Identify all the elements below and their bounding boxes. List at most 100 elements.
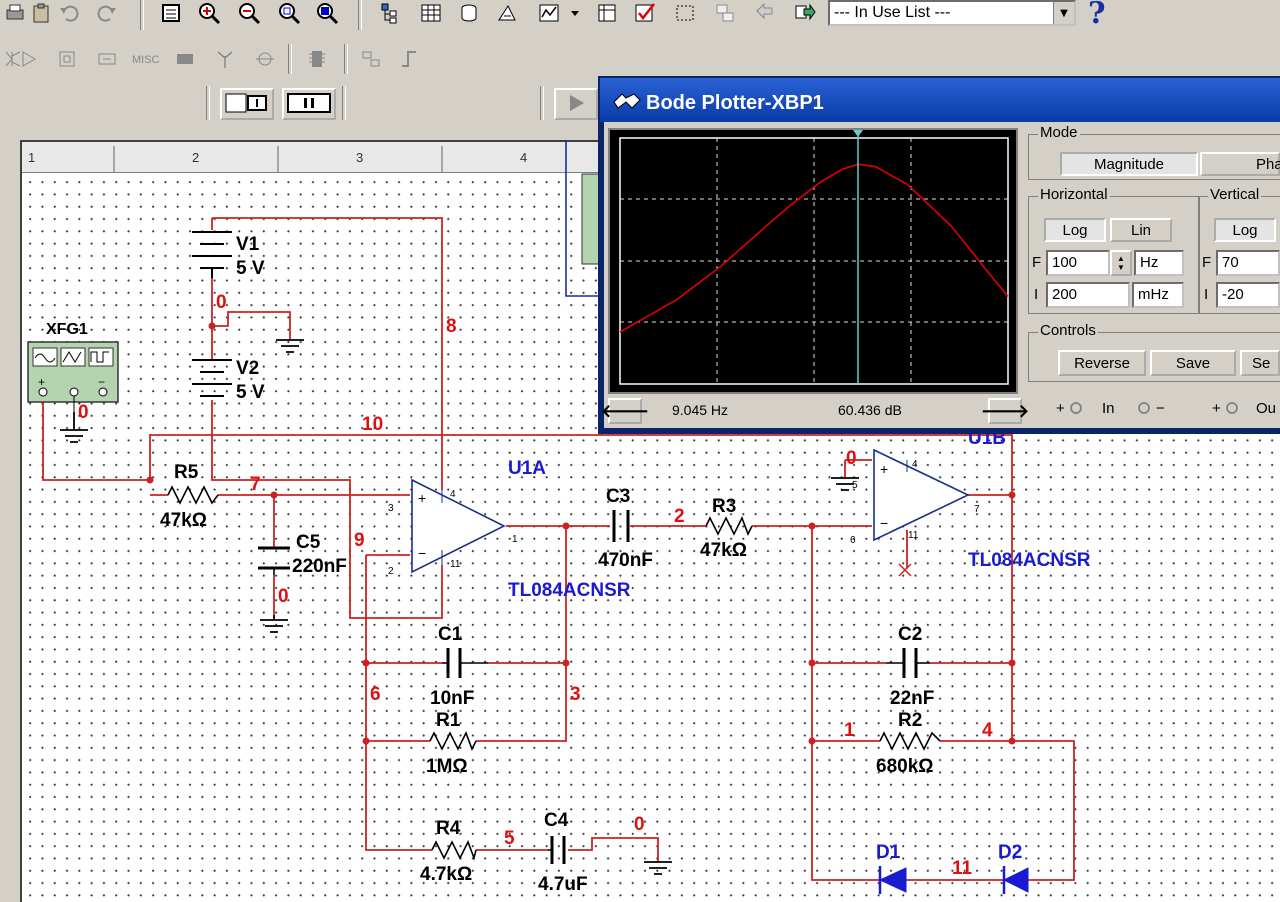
svg-text:11: 11: [450, 559, 461, 570]
cursor-handle[interactable]: [852, 130, 863, 137]
v2-value: 5 V: [236, 382, 265, 403]
net-label: 11: [952, 858, 973, 879]
r2-value: 680kΩ: [876, 756, 934, 777]
net-label: 0: [634, 814, 645, 835]
set-button[interactable]: Se: [1240, 350, 1280, 376]
in-minus-terminal[interactable]: [1138, 402, 1150, 414]
svg-text:+: +: [38, 375, 45, 389]
c5-ref: C5: [296, 532, 321, 553]
c2-ref: C2: [898, 624, 922, 645]
svg-text:2: 2: [388, 566, 394, 577]
r1-ref: R1: [436, 710, 461, 731]
net-label: 7: [250, 474, 261, 495]
horizontal-initial-input[interactable]: 200: [1046, 282, 1130, 308]
c1-value: 10nF: [430, 688, 474, 709]
svg-text:1: 1: [512, 534, 518, 545]
r1-value: 1MΩ: [426, 756, 468, 777]
v1-ref: V1: [236, 234, 260, 255]
in-plus-label: +: [1056, 400, 1065, 417]
phase-button[interactable]: Phas: [1200, 152, 1280, 176]
opamp-u1b[interactable]: + −: [873, 448, 970, 577]
c4-ref: C4: [544, 810, 569, 831]
horizontal-initial-unit[interactable]: mHz: [1132, 282, 1184, 308]
magnitude-button[interactable]: Magnitude: [1060, 152, 1198, 176]
svg-text:+: +: [418, 490, 426, 506]
svg-text:+: +: [880, 461, 888, 477]
horizontal-lin-button[interactable]: Lin: [1110, 218, 1172, 242]
bode-plot: [619, 130, 1009, 385]
c3-value: 470nF: [598, 550, 653, 571]
bode-plotter-window[interactable]: Bode Plotter-XBP1 🡐 9.045 Hz 60.436 dB 🡒: [598, 76, 1280, 434]
in-plus-terminal[interactable]: [1070, 402, 1082, 414]
r3-value: 47kΩ: [700, 540, 747, 561]
cursor-gain: 60.436 dB: [838, 402, 902, 418]
vertical-log-button[interactable]: Log: [1214, 218, 1276, 242]
c5-value: 220nF: [292, 556, 347, 577]
net-label: 0: [216, 292, 227, 313]
net-label: 10: [362, 414, 383, 435]
resistors: [167, 485, 941, 861]
vertical-final-input[interactable]: 70: [1216, 250, 1280, 276]
horizontal-final-input[interactable]: 100: [1046, 250, 1110, 276]
c1-ref: C1: [438, 624, 463, 645]
vertical-initial-input[interactable]: -20: [1216, 282, 1280, 308]
save-button[interactable]: Save: [1150, 350, 1236, 376]
bode-title: Bode Plotter-XBP1: [646, 92, 824, 114]
cursor-right-button[interactable]: 🡒: [981, 398, 1029, 424]
svg-text:5: 5: [852, 480, 858, 491]
cursor-frequency: 9.045 Hz: [672, 402, 729, 418]
net-label: 6: [370, 684, 381, 705]
bode-plotter-icon: [613, 93, 641, 109]
horizontal-final-spinner[interactable]: ▲ ▼: [1110, 250, 1132, 276]
controls-label: Controls: [1038, 322, 1098, 339]
c4-value: 4.7uF: [538, 874, 588, 895]
net-label: 8: [446, 316, 457, 337]
net-label: 9: [354, 530, 365, 551]
net-label: 0: [846, 448, 857, 469]
u1a-ref: U1A: [508, 458, 546, 479]
reverse-button[interactable]: Reverse: [1058, 350, 1146, 376]
r5-value: 47kΩ: [160, 510, 207, 531]
svg-text:7: 7: [974, 504, 980, 515]
horizontal-final-unit[interactable]: Hz: [1134, 250, 1184, 276]
vertical-final-label: F: [1202, 254, 1212, 271]
bode-display[interactable]: [608, 128, 1018, 394]
part-labels: U1A TL084ACNSR U1B TL084ACNSR D1 D2: [508, 428, 1091, 863]
net-label: 3: [570, 684, 581, 705]
out-label: Ou: [1256, 400, 1277, 417]
d1-ref: D1: [876, 842, 901, 863]
r5-ref: R5: [174, 462, 199, 483]
cursor-left-button[interactable]: 🡐: [601, 398, 649, 424]
net-label: 2: [674, 506, 685, 527]
function-generator-xfg1[interactable]: + −: [27, 341, 119, 412]
c3-ref: C3: [606, 486, 630, 507]
net-label: 4: [982, 720, 993, 741]
horizontal-initial-label: I: [1034, 286, 1039, 303]
v2-ref: V2: [236, 358, 259, 379]
in-minus-label: −: [1156, 400, 1165, 417]
xfg1-ref: XFG1: [46, 321, 88, 338]
d2-ref: D2: [998, 842, 1022, 863]
u1b-value: TL084ACNSR: [968, 550, 1091, 571]
hidden-instrument: [565, 140, 603, 297]
vertical-initial-label: I: [1204, 286, 1209, 303]
capacitors: [258, 510, 930, 864]
svg-text:4: 4: [912, 459, 918, 470]
out-plus-label: +: [1212, 400, 1221, 417]
c2-value: 22nF: [890, 688, 934, 709]
bode-body: 🡐 9.045 Hz 60.436 dB 🡒 Mode Magnitude Ph…: [601, 122, 1280, 428]
v1-value: 5 V: [236, 258, 265, 279]
net-label: 5: [504, 828, 515, 849]
svg-text:−: −: [880, 515, 888, 531]
net-label: 1: [844, 720, 855, 741]
r3-ref: R3: [712, 496, 736, 517]
svg-text:11: 11: [908, 530, 919, 541]
out-plus-terminal[interactable]: [1226, 402, 1238, 414]
r4-ref: R4: [436, 818, 461, 839]
horizontal-log-button[interactable]: Log: [1044, 218, 1106, 242]
bode-title-bar[interactable]: Bode Plotter-XBP1: [600, 78, 1280, 122]
net-label: 0: [78, 402, 89, 423]
svg-text:−: −: [418, 545, 426, 561]
mode-label: Mode: [1038, 124, 1080, 141]
plot-grid: [620, 138, 1008, 384]
